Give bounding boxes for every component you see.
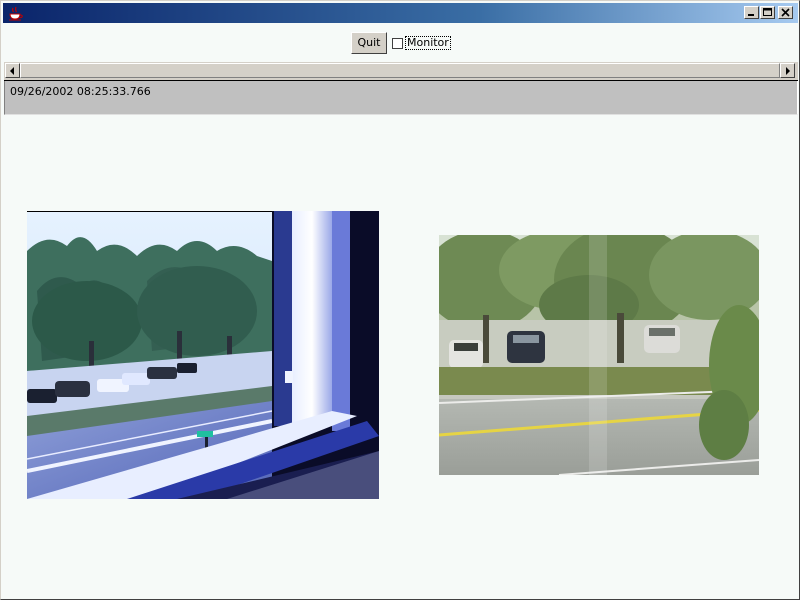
toolbar: Quit Monitor xyxy=(4,24,798,62)
scroll-thumb[interactable] xyxy=(20,63,780,78)
scroll-right-button[interactable] xyxy=(780,63,795,78)
camera-view-window-parking-lot xyxy=(27,211,379,499)
arrow-left-icon xyxy=(10,67,14,75)
monitor-checkbox[interactable] xyxy=(392,37,403,49)
monitor-label[interactable]: Monitor xyxy=(405,36,451,50)
horizontal-scrollbar[interactable] xyxy=(4,62,798,81)
timestamp-label: 09/26/2002 08:25:33.766 xyxy=(10,85,151,98)
scroll-left-button[interactable] xyxy=(5,63,20,78)
camera-view-trees-road xyxy=(439,235,759,475)
title-bar[interactable] xyxy=(3,3,798,23)
close-button[interactable] xyxy=(778,6,793,19)
monitor-toggle[interactable]: Monitor xyxy=(392,36,451,50)
client-area: Quit Monitor 09/26/2002 08:25:33.766 xyxy=(4,24,798,598)
maximize-button[interactable] xyxy=(760,6,775,19)
arrow-right-icon xyxy=(786,67,790,75)
status-panel: 09/26/2002 08:25:33.766 xyxy=(4,81,798,115)
minimize-button[interactable] xyxy=(744,6,759,19)
minimize-icon xyxy=(748,14,754,16)
close-icon xyxy=(781,8,790,17)
app-window: Quit Monitor 09/26/2002 08:25:33.766 xyxy=(0,0,800,600)
maximize-icon xyxy=(763,8,772,16)
java-cup-icon[interactable] xyxy=(7,5,23,21)
quit-button[interactable]: Quit xyxy=(351,32,387,54)
